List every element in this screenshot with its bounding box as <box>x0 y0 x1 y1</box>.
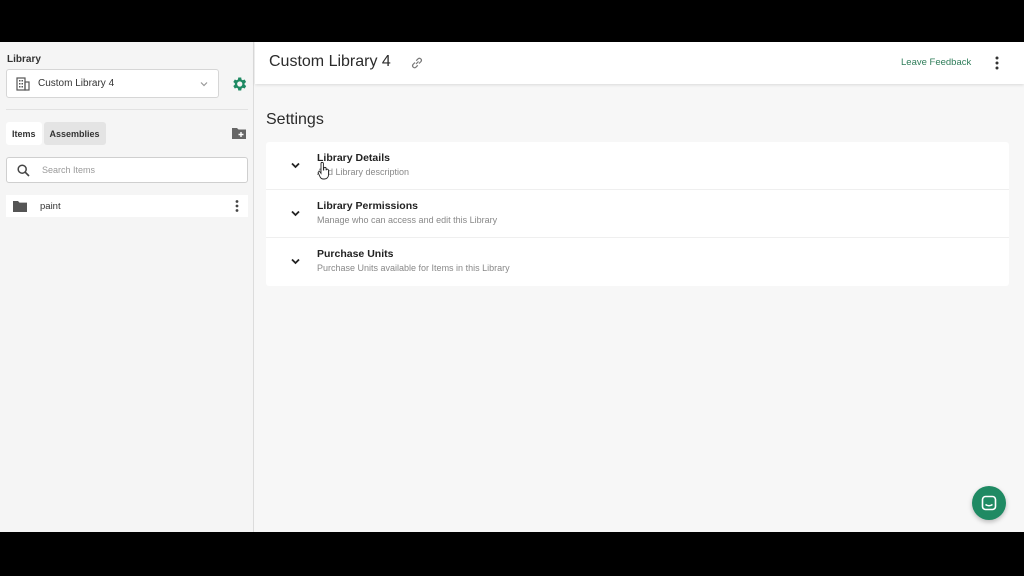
more-vertical-icon[interactable] <box>994 55 1000 71</box>
sidebar-tabs: Items Assemblies <box>6 122 106 145</box>
search-icon <box>17 163 30 177</box>
search-input[interactable] <box>42 165 222 175</box>
chevron-down-icon <box>290 256 301 267</box>
chevron-down-icon <box>290 160 301 171</box>
search-box <box>6 157 248 183</box>
section-title: Library Permissions <box>317 200 418 212</box>
page-title: Custom Library 4 <box>269 53 391 70</box>
folder-add-icon[interactable] <box>231 126 247 140</box>
section-description: Purchase Units available for Items in th… <box>317 263 510 273</box>
header-bar: Custom Library 4 Leave Feedback <box>255 42 1024 84</box>
link-icon[interactable] <box>410 56 424 70</box>
section-title: Purchase Units <box>317 248 394 260</box>
library-select[interactable]: Custom Library 4 <box>6 69 219 98</box>
section-library-permissions[interactable]: Library Permissions Manage who can acces… <box>266 190 1009 238</box>
chevron-down-icon <box>290 208 301 219</box>
folder-icon <box>12 200 28 213</box>
section-library-details[interactable]: Library Details Add Library description <box>266 142 1009 190</box>
library-select-value: Custom Library 4 <box>38 78 115 89</box>
settings-panel: Library Details Add Library description … <box>266 142 1009 286</box>
hand-cursor-icon <box>317 162 331 180</box>
leave-feedback-link[interactable]: Leave Feedback <box>901 57 971 68</box>
app-window: Library Custom Library 4 Items Assemblie… <box>0 42 1024 532</box>
sidebar-heading: Library <box>7 54 41 65</box>
settings-heading: Settings <box>266 111 324 128</box>
chat-icon <box>981 495 997 511</box>
tab-assemblies[interactable]: Assemblies <box>43 122 106 145</box>
sidebar: Library Custom Library 4 Items Assemblie… <box>0 42 254 532</box>
building-icon <box>16 76 30 91</box>
sidebar-divider <box>6 109 248 110</box>
section-purchase-units[interactable]: Purchase Units Purchase Units available … <box>266 238 1009 286</box>
list-item-paint[interactable]: paint <box>6 195 248 217</box>
list-item-label: paint <box>40 200 61 212</box>
chevron-down-icon <box>199 79 209 89</box>
gear-icon[interactable] <box>230 75 248 93</box>
chat-button[interactable] <box>972 486 1006 520</box>
section-description: Manage who can access and edit this Libr… <box>317 215 498 225</box>
tab-items[interactable]: Items <box>6 122 42 145</box>
more-vertical-icon[interactable] <box>234 199 240 213</box>
